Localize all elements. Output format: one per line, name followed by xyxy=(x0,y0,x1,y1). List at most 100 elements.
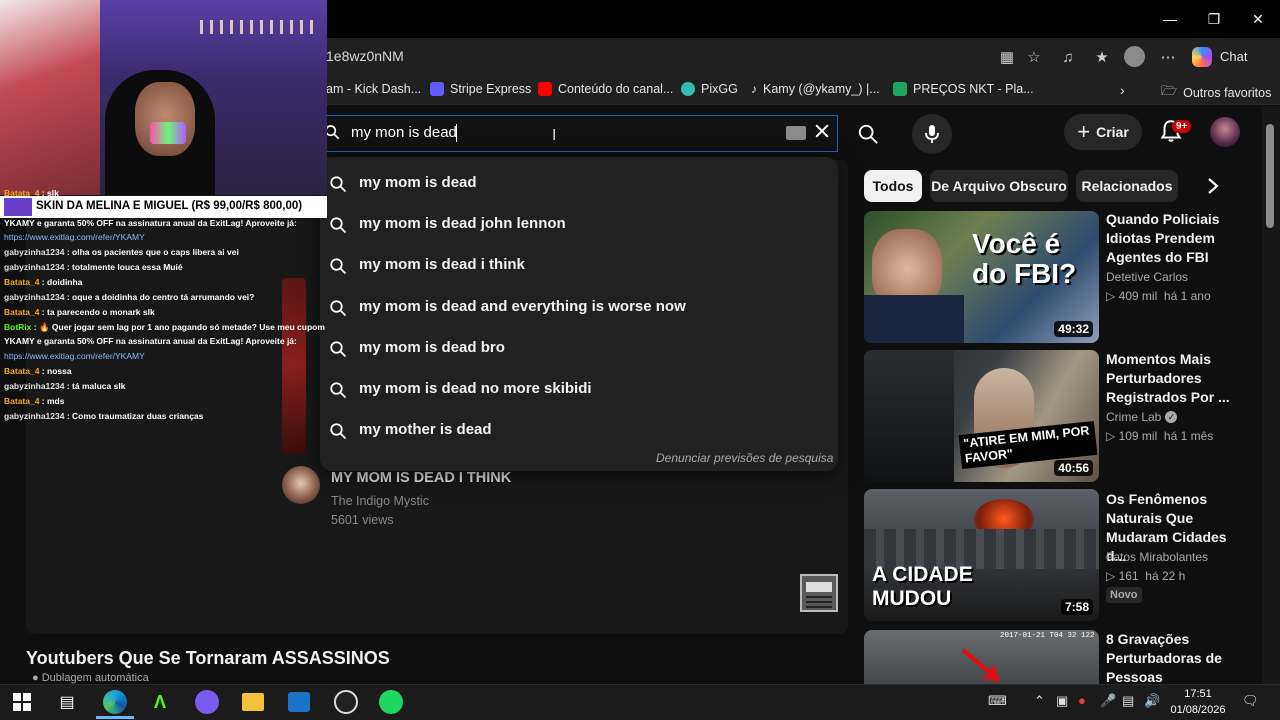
video-title: MY MOM IS DEAD I THINK xyxy=(331,470,512,486)
search-input[interactable]: my mon is dead xyxy=(351,124,457,141)
video-thumbnail[interactable]: Você é do FBI? 49:32 xyxy=(864,211,1099,343)
bookmark-pixgg[interactable]: PixGG xyxy=(681,82,738,96)
favorites-icon[interactable]: ★ xyxy=(1091,46,1113,68)
video-thumbnail[interactable]: "ATIRE EM MIM, POR FAVOR" 40:56 xyxy=(864,350,1099,482)
tray-recording-icon[interactable]: ● xyxy=(1078,693,1086,708)
video-thumbnail[interactable]: A CIDADE MUDOU 7:58 xyxy=(864,489,1099,621)
mouse-ibeam-cursor: Ⅰ xyxy=(552,127,557,144)
folder-icon: 🗁 xyxy=(1161,83,1178,98)
recommended-title[interactable]: Quando Policiais Idiotas Prendem Agentes… xyxy=(1106,210,1246,267)
split-screen-icon[interactable]: ▦ xyxy=(996,46,1018,68)
bookmarks-more-chevron-icon[interactable]: › xyxy=(1120,82,1125,98)
section-title[interactable]: Youtubers Que Se Tornaram ASSASSINOS xyxy=(26,648,390,669)
chip-all[interactable]: Todos xyxy=(864,170,922,202)
bookmark-precos[interactable]: PREÇOS NKT - Pla... xyxy=(893,82,1034,96)
windows-start-icon[interactable] xyxy=(8,688,36,716)
chat-message: https://www.exitlag.com/refer/YKAMY xyxy=(4,232,145,242)
report-predictions-link[interactable]: Denunciar previsões de pesquisa xyxy=(656,451,833,465)
microphone-tray-icon[interactable]: 🎤 xyxy=(1100,693,1116,709)
video-thumbnail[interactable]: 2017-01-21 T04 32 122 xyxy=(864,630,1099,684)
discord-icon[interactable] xyxy=(193,688,221,716)
stripe-icon xyxy=(430,82,444,96)
chat-message: gabyzinha1234 : totalmente louca essa Mu… xyxy=(4,262,183,272)
search-suggestion[interactable]: my mom is dead xyxy=(320,163,838,204)
video-views: 5601 views xyxy=(331,513,394,527)
chat-text: YKAMY e garanta 50% OFF na assinatura an… xyxy=(4,336,297,346)
tray-chevron-up-icon[interactable]: ⌃ xyxy=(1034,693,1045,709)
recommended-channel[interactable]: Detetive Carlos xyxy=(1106,270,1188,284)
minimize-button[interactable]: — xyxy=(1148,0,1192,38)
chevron-right-icon[interactable] xyxy=(1206,176,1220,196)
search-button[interactable] xyxy=(848,117,888,151)
copilot-icon[interactable] xyxy=(1192,47,1212,67)
channel-avatar[interactable] xyxy=(282,466,320,504)
bookmark-youtube-studio[interactable]: Conteúdo do canal... xyxy=(538,82,673,96)
spotify-icon[interactable] xyxy=(377,688,405,716)
search-icon xyxy=(329,216,347,234)
search-suggestion[interactable]: my mom is dead no more skibidi xyxy=(320,369,838,410)
chat-message: Batata_4 : mds xyxy=(4,396,65,406)
more-menu-icon[interactable]: ⋯ xyxy=(1157,46,1179,68)
thumbnail-caption: Você é do FBI? xyxy=(972,228,1077,289)
voice-search-button[interactable] xyxy=(912,114,952,154)
search-suggestion[interactable]: my mom is dead john lennon xyxy=(320,204,838,245)
input-indicator-icon[interactable]: ⌨ xyxy=(988,693,1007,709)
chat-text: doidinha xyxy=(47,277,83,287)
video-channel[interactable]: The Indigo Mystic xyxy=(331,494,429,508)
kick-app-icon[interactable]: Λ xyxy=(146,688,174,716)
bookmark-other-favorites[interactable]: 🗁 Outros favoritos xyxy=(1161,82,1271,104)
suggestion-text: my mom is dead and everything is worse n… xyxy=(359,297,686,315)
chat-button[interactable]: Chat xyxy=(1220,49,1247,64)
clear-search-icon[interactable] xyxy=(812,121,832,141)
chat-username: Batata_4 xyxy=(4,277,40,287)
user-avatar[interactable] xyxy=(1210,117,1240,147)
plus-icon: + xyxy=(1077,119,1091,144)
chat-username: gabyzinha1234 xyxy=(4,292,65,302)
favorite-star-icon[interactable]: ☆ xyxy=(1023,46,1045,68)
maximize-button[interactable]: ❐ xyxy=(1192,0,1236,38)
profile-icon[interactable] xyxy=(1124,46,1145,67)
edge-icon[interactable] xyxy=(101,688,129,716)
bookmark-kick[interactable]: am - Kick Dash... xyxy=(326,82,421,96)
chat-username: Batata_4 xyxy=(4,396,40,406)
task-view-icon[interactable]: ▤ xyxy=(53,688,81,716)
obs-icon[interactable] xyxy=(332,688,360,716)
tray-app-icon[interactable]: ▣ xyxy=(1056,693,1068,709)
bookmark-stripe[interactable]: Stripe Express xyxy=(430,82,531,96)
bookmark-tiktok[interactable]: ♪ Kamy (@ykamy_) |... xyxy=(751,82,880,96)
extensions-icon[interactable]: ♫ xyxy=(1057,46,1079,68)
chat-username: Batata_4 xyxy=(4,188,40,198)
file-explorer-icon[interactable] xyxy=(239,688,267,716)
recommended-title[interactable]: 8 Gravações Perturbadoras de Pessoas xyxy=(1106,630,1246,687)
scrollbar-thumb[interactable] xyxy=(1266,124,1274,228)
youtube-icon xyxy=(538,82,552,96)
chat-text: tá maluca slk xyxy=(72,381,126,391)
outlook-icon[interactable] xyxy=(285,688,313,716)
video-frame-strip xyxy=(282,278,306,454)
close-window-button[interactable]: ✕ xyxy=(1236,0,1280,38)
notification-center-icon[interactable]: 🗨 xyxy=(1242,693,1259,709)
video-duration: 40:56 xyxy=(1054,460,1093,476)
chat-text: Como traumatizar duas crianças xyxy=(72,411,204,421)
create-button[interactable]: + Criar xyxy=(1064,114,1142,150)
search-suggestion[interactable]: my mother is dead xyxy=(320,410,838,451)
chip-de-arquivo-obscuro[interactable]: De Arquivo Obscuro xyxy=(930,170,1068,202)
recommended-channel[interactable]: Fatos Mirabolantes xyxy=(1106,550,1208,564)
network-icon[interactable]: ▤ xyxy=(1122,693,1134,709)
thumbnail-caption: 2017-01-21 T04 32 122 xyxy=(1000,632,1095,640)
chat-text: oque a doidinha do centro tá arrumando v… xyxy=(72,292,255,302)
red-arrow-icon xyxy=(962,648,1000,682)
volume-icon[interactable]: 🔊 xyxy=(1144,693,1160,709)
search-suggestion[interactable]: my mom is dead and everything is worse n… xyxy=(320,287,838,328)
search-icon xyxy=(329,422,347,440)
chip-related[interactable]: Relacionados xyxy=(1076,170,1178,202)
keyboard-icon[interactable] xyxy=(786,126,806,140)
url-field[interactable]: 1e8wz0nNM xyxy=(326,48,404,64)
recommended-channel[interactable]: Crime Lab ✓ xyxy=(1106,410,1178,424)
recommended-title[interactable]: Momentos Mais Perturbadores Registrados … xyxy=(1106,350,1246,407)
chat-message: gabyzinha1234 : Como traumatizar duas cr… xyxy=(4,411,204,421)
search-suggestion[interactable]: my mom is dead i think xyxy=(320,245,838,286)
system-clock[interactable]: 17:51 01/08/2026 xyxy=(1164,686,1232,718)
search-suggestion[interactable]: my mom is dead bro xyxy=(320,328,838,369)
search-icon xyxy=(858,124,878,144)
